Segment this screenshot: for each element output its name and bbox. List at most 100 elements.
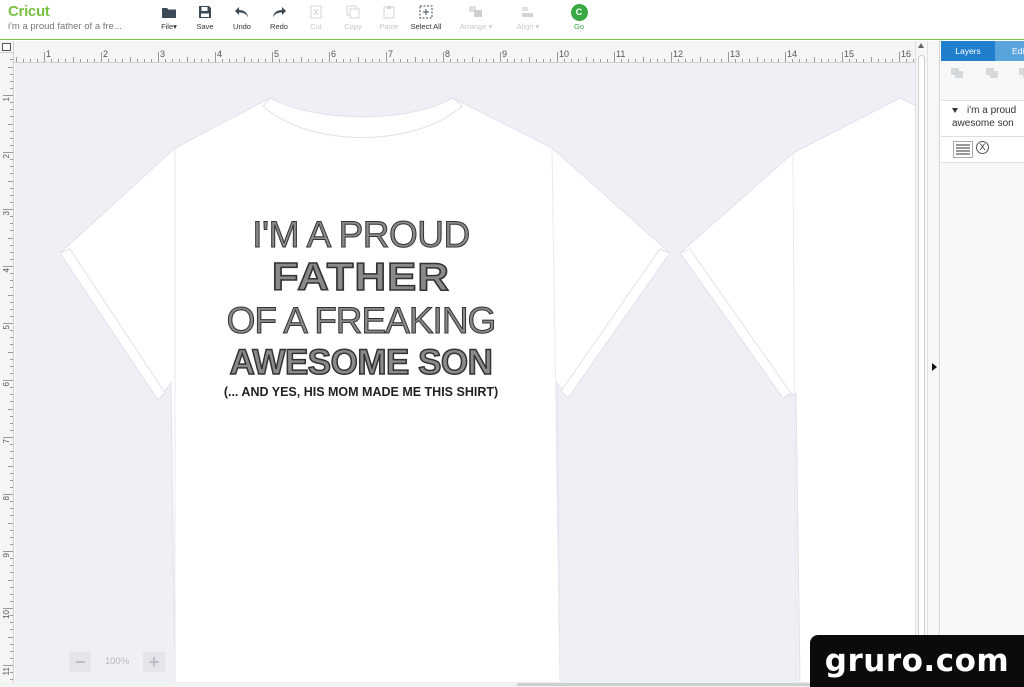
paste-icon bbox=[383, 6, 395, 19]
design-line-5[interactable]: (... AND YES, HIS MOM MADE ME THIS SHIRT… bbox=[216, 384, 506, 400]
ruler-tick bbox=[307, 59, 309, 62]
cricut-logo: Cricut bbox=[8, 3, 50, 20]
align-button[interactable]: Align ▾ bbox=[506, 3, 550, 31]
zoom-in-button[interactable]: + bbox=[143, 652, 165, 672]
ruler-tick bbox=[507, 59, 509, 62]
ruler-top-number: 15 bbox=[844, 49, 855, 59]
document-title[interactable]: i'm a proud father of a fre... bbox=[8, 21, 122, 32]
chevron-right-icon[interactable] bbox=[932, 363, 937, 371]
ruler-tick bbox=[10, 130, 13, 132]
ruler-tick bbox=[542, 59, 544, 62]
arrange-button[interactable]: Arrange ▾ bbox=[454, 3, 498, 31]
design-line-2[interactable]: FATHER bbox=[199, 256, 524, 300]
file-label: File bbox=[161, 22, 174, 31]
ruler-tick bbox=[386, 52, 387, 62]
ruler-tick bbox=[671, 52, 672, 62]
ruler-tick bbox=[86, 59, 88, 62]
ruler-tick bbox=[10, 102, 13, 104]
ruler-tick bbox=[656, 59, 658, 62]
ruler-tick bbox=[906, 59, 908, 62]
ruler-tick bbox=[806, 59, 808, 62]
design-text-group[interactable]: I'M A PROUD FATHER OF A FREAKING AWESOME… bbox=[216, 213, 506, 400]
ungroup-icon[interactable] bbox=[986, 68, 998, 78]
ruler-tick bbox=[93, 59, 95, 62]
ruler-tick bbox=[421, 59, 423, 62]
zoom-out-button[interactable]: − bbox=[69, 652, 91, 672]
ruler-tick bbox=[500, 52, 501, 62]
ruler-top-number: 3 bbox=[160, 49, 166, 59]
ruler-tick bbox=[8, 294, 13, 296]
scroll-up-icon[interactable] bbox=[918, 43, 924, 48]
layers-panel: Layers Edit i'm a proud awesome son X bbox=[941, 41, 1024, 687]
ruler-tick bbox=[15, 57, 17, 62]
ruler-tick bbox=[514, 59, 516, 62]
vertical-scroll-thumb[interactable] bbox=[918, 55, 925, 681]
ruler-tick bbox=[10, 657, 13, 659]
design-canvas[interactable]: I'M A PROUD FATHER OF A FREAKING AWESOME… bbox=[15, 63, 915, 683]
vertical-scrollbar[interactable] bbox=[915, 41, 927, 687]
ruler-tick bbox=[535, 59, 537, 62]
ruler-top-number: 13 bbox=[730, 49, 741, 59]
layer-group-row[interactable]: i'm a proud awesome son bbox=[941, 101, 1024, 137]
ruler-tick bbox=[649, 59, 651, 62]
ruler-tick bbox=[250, 59, 252, 62]
ruler-tick bbox=[699, 57, 701, 62]
ruler-tick bbox=[10, 543, 13, 545]
ruler-tick bbox=[3, 323, 13, 324]
ruler-tick bbox=[3, 437, 13, 438]
cut-operation-icon[interactable]: X bbox=[976, 141, 989, 154]
ruler-tick bbox=[571, 59, 573, 62]
design-line-3[interactable]: OF A FREAKING bbox=[216, 299, 506, 343]
ruler-tick bbox=[10, 501, 13, 503]
ruler-tick bbox=[478, 59, 480, 62]
ruler-left-number: 5 bbox=[2, 325, 11, 330]
ruler-tick bbox=[820, 59, 822, 62]
ruler-tick bbox=[742, 59, 744, 62]
ruler-tick bbox=[578, 59, 580, 62]
ruler-tick bbox=[10, 593, 13, 595]
group-icon[interactable] bbox=[951, 68, 963, 78]
ruler-tick bbox=[10, 301, 13, 303]
tab-layers[interactable]: Layers bbox=[941, 41, 995, 61]
ruler-tick bbox=[3, 665, 13, 666]
ruler-tick bbox=[222, 59, 224, 62]
ruler-tick bbox=[10, 159, 13, 161]
ruler-top-number: 1 bbox=[46, 49, 52, 59]
ruler-tick bbox=[186, 57, 188, 62]
ruler-tick bbox=[870, 57, 872, 62]
ruler-tick bbox=[3, 551, 13, 552]
ruler-tick bbox=[122, 59, 124, 62]
layer-item-row[interactable]: X bbox=[941, 137, 1024, 163]
ruler-tick bbox=[10, 201, 13, 203]
ruler-tick bbox=[464, 59, 466, 62]
go-button[interactable]: C Go bbox=[557, 3, 601, 31]
ruler-tick bbox=[293, 59, 295, 62]
design-line-4[interactable]: AWESOME SON bbox=[216, 342, 506, 383]
tab-edit[interactable]: Edit bbox=[995, 41, 1024, 61]
cut-icon bbox=[310, 5, 322, 19]
caret-down-icon[interactable] bbox=[952, 108, 958, 113]
design-line-1[interactable]: I'M A PROUD bbox=[216, 213, 506, 257]
ruler-tick bbox=[10, 394, 13, 396]
horizontal-scrollbar[interactable] bbox=[0, 683, 915, 687]
ruler-tick bbox=[10, 216, 13, 218]
ruler-top-number: 4 bbox=[217, 49, 223, 59]
duplicate-icon[interactable] bbox=[1019, 68, 1024, 78]
ruler-tick bbox=[44, 52, 45, 62]
chevron-down-icon: ▾ bbox=[173, 22, 177, 31]
ruler-tick bbox=[728, 52, 729, 62]
ruler-tick bbox=[813, 57, 815, 62]
panel-collapse-strip[interactable] bbox=[927, 41, 940, 687]
ruler-tick bbox=[10, 565, 13, 567]
ruler-tick bbox=[713, 59, 715, 62]
select-all-button[interactable]: Select All bbox=[404, 3, 448, 31]
ruler-tick bbox=[685, 59, 687, 62]
ruler-tick bbox=[443, 52, 444, 62]
ruler-tick bbox=[364, 59, 366, 62]
ruler-tick bbox=[663, 59, 665, 62]
ruler-tick bbox=[10, 508, 13, 510]
ruler-tick bbox=[10, 679, 13, 681]
ruler-tick bbox=[36, 59, 38, 62]
ruler-tick bbox=[10, 308, 13, 310]
ruler-tick bbox=[628, 59, 630, 62]
